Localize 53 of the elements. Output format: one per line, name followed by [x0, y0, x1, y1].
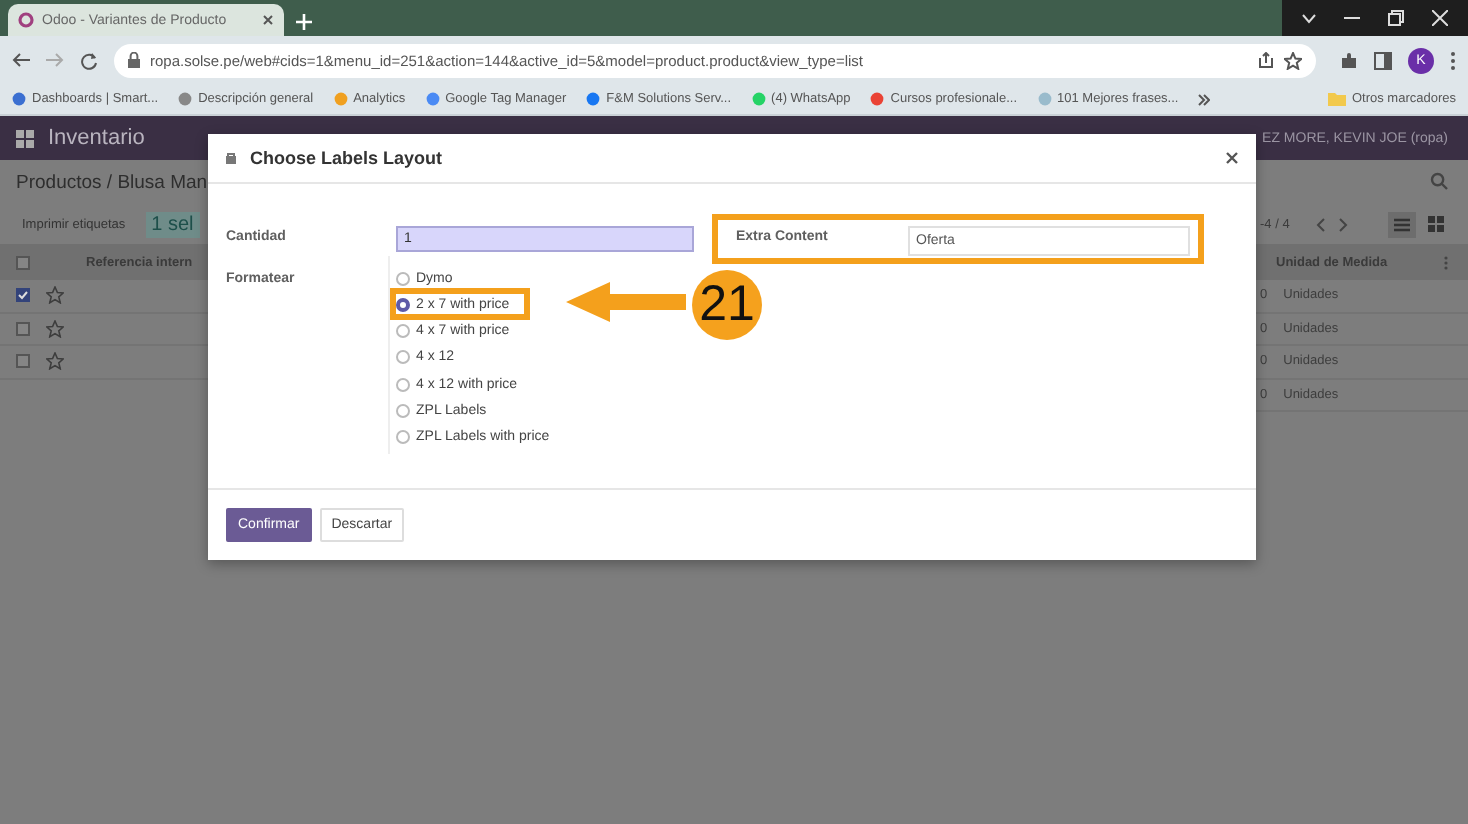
previous-icon[interactable] [1316, 217, 1326, 231]
menu-icon[interactable] [1450, 51, 1456, 69]
site-icon [586, 92, 601, 106]
site-icon [1037, 92, 1052, 106]
app-name[interactable]: Inventario [48, 126, 145, 150]
new-tab-icon[interactable] [296, 14, 312, 30]
close-icon[interactable] [1226, 152, 1238, 164]
radio-button[interactable] [396, 324, 410, 339]
radio-button[interactable] [396, 403, 410, 418]
dialog-icon [226, 152, 236, 164]
radio-button[interactable] [396, 350, 410, 365]
sidebar-icon[interactable] [1374, 51, 1392, 69]
site-icon [425, 92, 440, 106]
radio-button[interactable] [396, 271, 410, 285]
minimize-icon[interactable] [1344, 16, 1360, 20]
radio-button[interactable] [396, 430, 410, 445]
app-icon [18, 12, 34, 28]
site-icon [870, 92, 885, 106]
next-icon[interactable] [1338, 217, 1348, 231]
kanban-icon[interactable] [1428, 216, 1444, 232]
row-checkbox[interactable] [16, 321, 30, 336]
site-icon [178, 92, 193, 106]
radio-button[interactable] [396, 377, 410, 392]
star-icon[interactable] [46, 319, 64, 338]
star-icon[interactable] [46, 286, 64, 305]
arrow-icon [566, 282, 686, 322]
restore-icon[interactable] [1388, 10, 1404, 26]
reload-icon[interactable] [80, 51, 98, 69]
site-icon [333, 92, 348, 106]
forward-icon[interactable] [46, 52, 64, 68]
selection-badge: 1 sel [145, 211, 200, 237]
lock-icon [128, 52, 140, 68]
back-icon[interactable] [12, 52, 30, 68]
row-checkbox[interactable] [16, 354, 30, 369]
site-icon [12, 92, 26, 106]
star-icon[interactable] [46, 352, 64, 371]
folder-icon [1327, 92, 1346, 106]
list-view-button[interactable] [1388, 211, 1416, 237]
star-icon[interactable] [1284, 51, 1302, 69]
radio-button[interactable] [396, 297, 410, 312]
site-icon [751, 92, 766, 106]
search-icon[interactable] [1430, 172, 1448, 190]
list-icon [1394, 217, 1410, 231]
apps-icon[interactable] [16, 129, 34, 147]
chevron-icon[interactable] [1198, 93, 1211, 105]
breadcrumb: Productos / Blusa Man [14, 170, 208, 198]
close-icon[interactable] [262, 14, 274, 26]
share-icon[interactable] [1258, 52, 1274, 68]
highlight-frame [390, 288, 530, 321]
dialog-title: Choose Labels Layout [250, 148, 443, 168]
row-checkbox[interactable] [16, 288, 30, 303]
select-all-checkbox[interactable] [16, 255, 30, 269]
extension-icon[interactable] [1340, 51, 1358, 69]
